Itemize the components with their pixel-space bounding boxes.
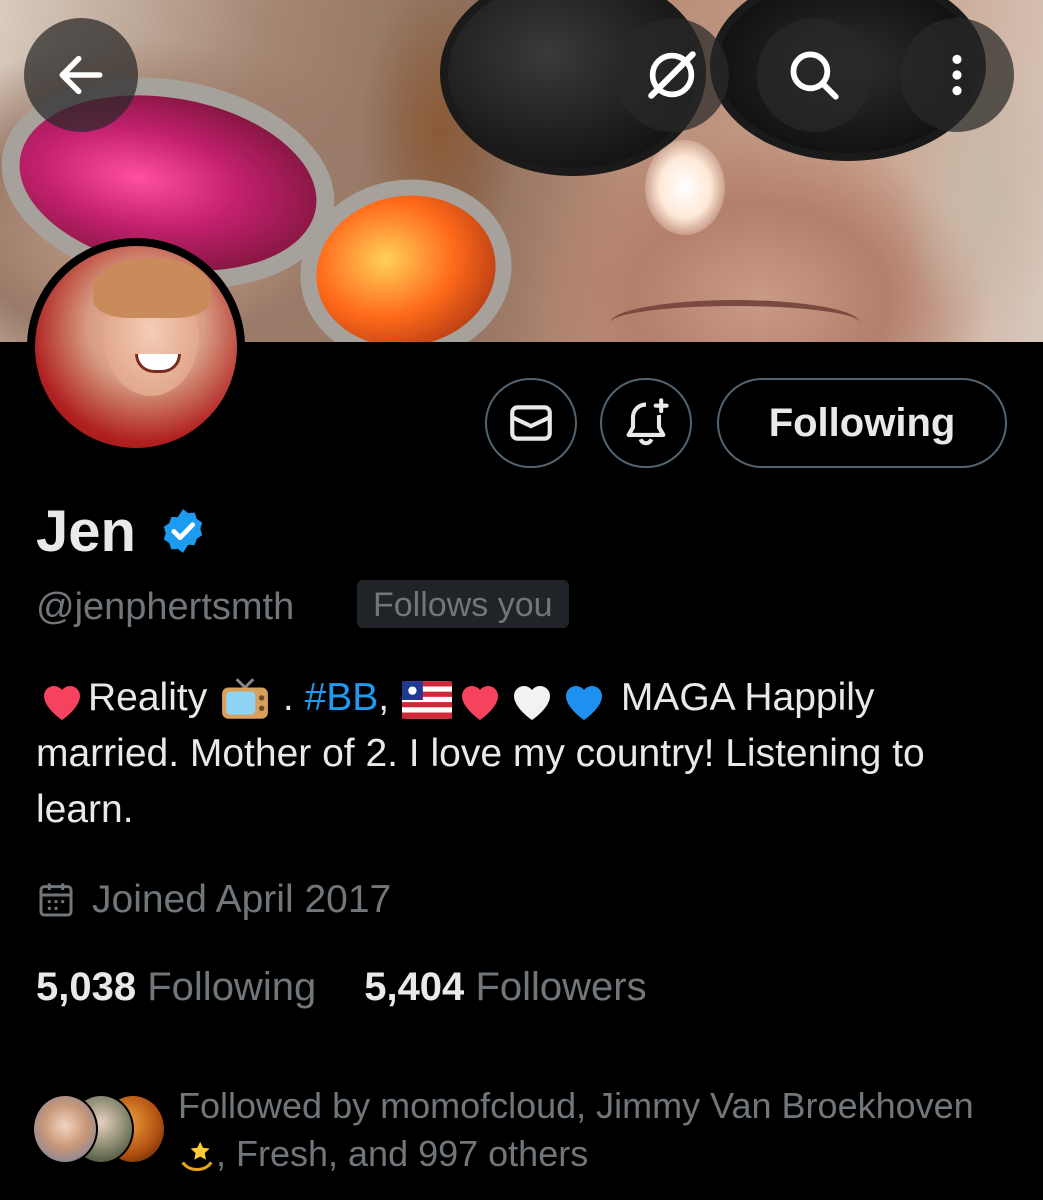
search-button[interactable] [757, 18, 871, 132]
following-label: Following [147, 965, 317, 1009]
bio-text: . [272, 676, 305, 719]
followed-by-text: , Fresh, and 997 others [216, 1133, 589, 1174]
joined-date: Joined April 2017 [36, 878, 391, 922]
more-vertical-icon [952, 54, 962, 96]
following-link[interactable]: 5,038 Following [36, 965, 316, 1009]
followed-by[interactable]: Followed by momofcloud, Jimmy Van Broekh… [178, 1082, 998, 1178]
liberia-flag-icon [401, 680, 452, 719]
follower-avatar [32, 1094, 98, 1164]
avatar-detail [93, 258, 211, 318]
following-button[interactable]: Following [717, 378, 1007, 468]
blue-heart-icon [565, 685, 602, 720]
followers-label: Followers [475, 965, 647, 1009]
grok-button[interactable] [615, 18, 729, 132]
user-handle: @jenphertsmth [36, 586, 295, 628]
banner-detail [610, 300, 860, 342]
followers-count: 5,404 [364, 965, 465, 1009]
grok-icon [648, 51, 696, 99]
white-heart-icon [513, 685, 550, 720]
bio-text: married. Mother of 2. I love my country!… [36, 732, 925, 831]
avatar[interactable] [27, 238, 245, 456]
more-button[interactable] [900, 18, 1014, 132]
television-icon [222, 677, 268, 719]
bell-plus-icon [626, 398, 669, 446]
envelope-icon [510, 405, 552, 441]
display-name: Jen [36, 499, 136, 564]
back-button[interactable] [24, 18, 138, 132]
arrow-left-icon [59, 55, 103, 95]
followed-by-text: Followed by momofcloud, Jimmy Van Broekh… [178, 1085, 974, 1126]
message-button[interactable] [485, 378, 577, 468]
following-count: 5,038 [36, 965, 137, 1009]
bio-text: , [378, 676, 390, 719]
hashtag-link[interactable]: #BB [305, 676, 379, 719]
notifications-button[interactable] [600, 378, 692, 468]
search-icon [790, 51, 839, 100]
bio-text: MAGA Happily [609, 676, 875, 719]
followers-link[interactable]: 5,404 Followers [364, 965, 646, 1009]
red-heart-icon [44, 685, 80, 720]
verified-badge-icon[interactable] [158, 506, 208, 556]
joined-text: Joined April 2017 [92, 878, 392, 921]
calendar-icon [39, 883, 73, 917]
follows-you-badge: Follows you [357, 580, 569, 628]
following-button-label: Following [768, 400, 956, 445]
banner-detail [645, 140, 725, 235]
avatar-image [35, 246, 237, 448]
bio: Reality . #BB, MAGA Happily married. Moth… [36, 670, 1016, 838]
dizzy-star-icon [181, 1142, 213, 1172]
bio-text: Reality [88, 676, 208, 719]
red-heart-icon [461, 685, 498, 720]
follow-stats: 5,038 Following 5,404 Followers [36, 965, 647, 1010]
